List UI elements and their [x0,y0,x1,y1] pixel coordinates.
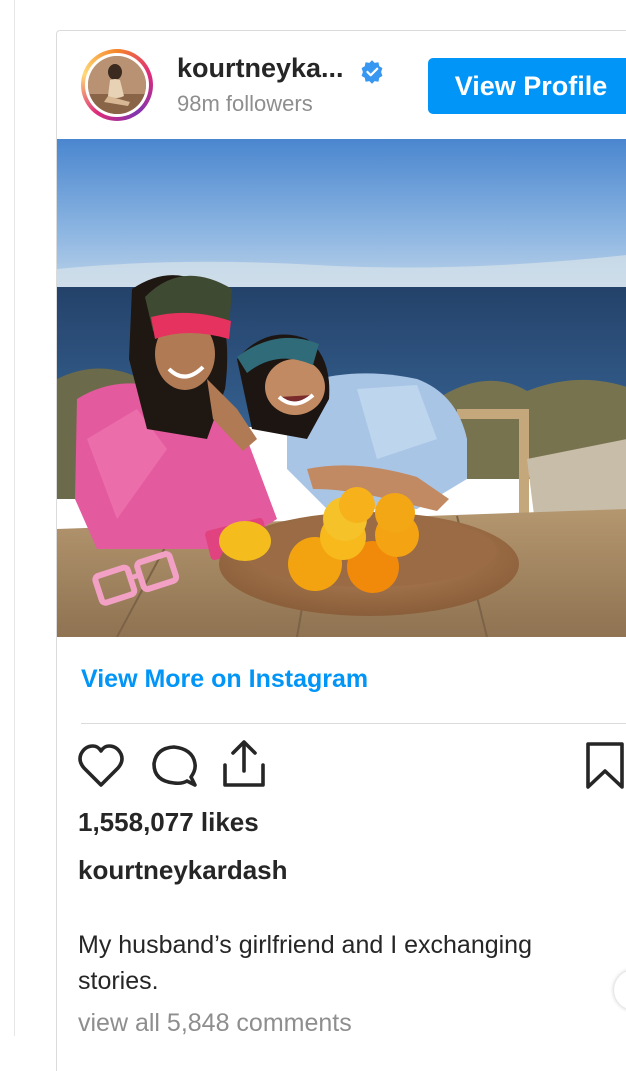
share-icon[interactable] [221,739,267,789]
divider [81,723,626,724]
profile-username[interactable]: kourtneyka... [177,53,344,84]
instagram-embed-card: kourtneyka... 98m followers View Profile [56,30,626,1071]
heart-icon[interactable] [77,743,125,789]
comment-bubble-icon[interactable] [151,743,197,789]
caption-text: My husband’s girlfriend and I exchanging… [78,931,532,995]
caption-username[interactable]: kourtneykardash [78,855,288,886]
avatar[interactable] [81,49,153,121]
avatar-photo [88,56,146,114]
verified-badge-icon [361,60,383,84]
post-photo[interactable] [57,139,626,637]
view-profile-button[interactable]: View Profile [428,58,626,114]
view-all-comments-link[interactable]: view all 5,848 comments [78,1009,352,1038]
likes-count: 1,558,077 likes [78,807,259,837]
bookmark-icon[interactable] [584,741,626,791]
followers-count: 98m followers [177,91,313,116]
page-left-border [14,0,15,1036]
view-more-on-instagram-link[interactable]: View More on Instagram [81,665,368,694]
